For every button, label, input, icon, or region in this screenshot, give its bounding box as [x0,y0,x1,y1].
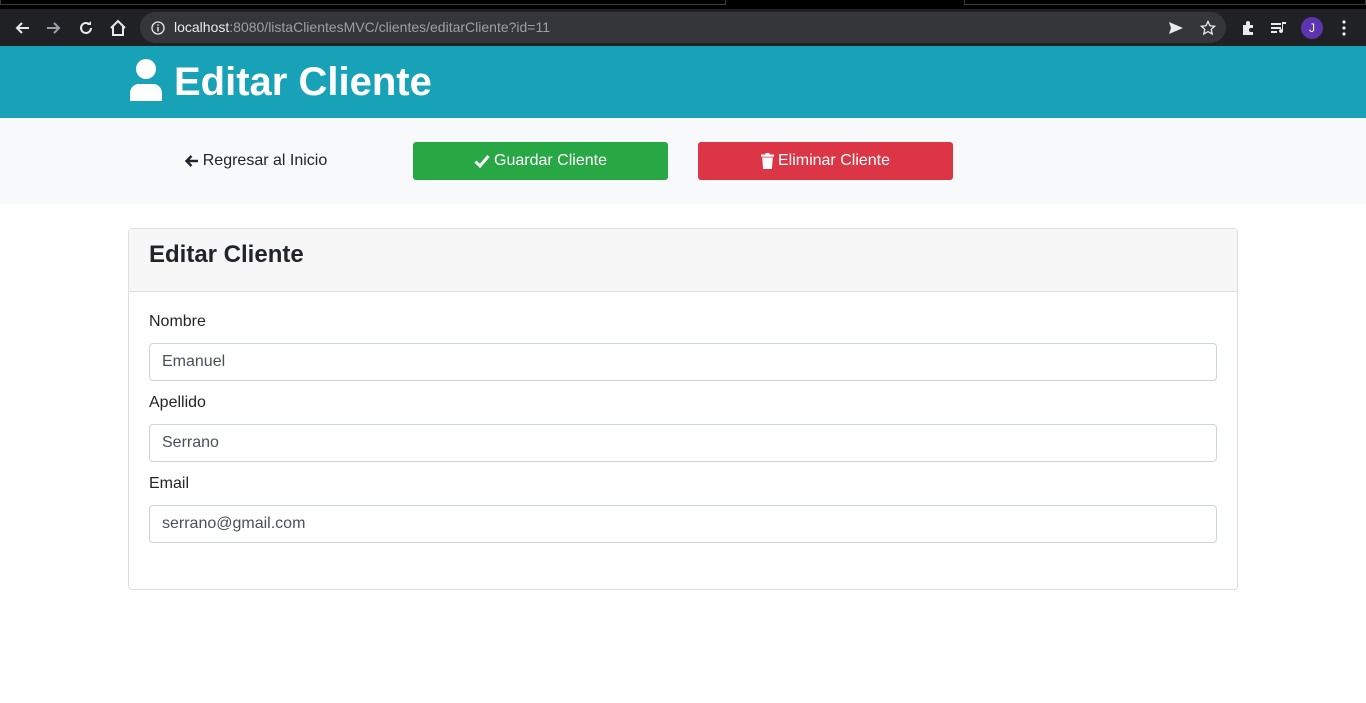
browser-tab[interactable] [964,0,1366,5]
home-icon[interactable] [102,9,134,46]
url-path: :8080/listaClientesMVC/clientes/editarCl… [229,19,551,35]
form-group-nombre: Nombre [149,312,1217,381]
browser-tab[interactable] [0,0,726,5]
site-info-icon[interactable] [150,12,166,43]
action-bar: Regresar al Inicio Guardar Cliente Elimi… [0,118,1366,204]
card-body: Nombre Apellido Email [129,292,1237,543]
media-control-icon[interactable] [1264,9,1294,46]
form-group-email: Email [149,474,1217,543]
profile-initial: J [1301,16,1323,39]
apellido-input[interactable] [149,424,1217,462]
form-group-apellido: Apellido [149,393,1217,462]
url-text[interactable]: localhost:8080/listaClientesMVC/clientes… [174,12,550,43]
forward-nav-icon[interactable] [38,9,70,46]
bookmark-star-icon[interactable] [1198,12,1218,43]
address-bar[interactable]: localhost:8080/listaClientesMVC/clientes… [140,12,1226,43]
profile-avatar[interactable]: J [1297,9,1327,46]
nombre-label: Nombre [149,313,206,330]
card-header: Editar Cliente [129,229,1237,292]
page-title: Editar Cliente [174,60,432,104]
back-nav-icon[interactable] [6,9,38,46]
browser-toolbar: localhost:8080/listaClientesMVC/clientes… [0,9,1366,46]
delete-client-button[interactable]: Eliminar Cliente [698,142,953,180]
apellido-label: Apellido [149,394,206,411]
card-title: Editar Cliente [149,241,304,268]
header-content: Editar Cliente [128,46,432,118]
page-header: Editar Cliente [0,46,1366,118]
email-input[interactable] [149,505,1217,543]
nombre-input[interactable] [149,343,1217,381]
trash-icon [760,153,774,169]
back-to-home-label: Regresar al Inicio [202,152,328,169]
send-icon[interactable] [1166,12,1186,43]
back-to-home-link[interactable]: Regresar al Inicio [128,142,383,180]
browser-tabstrip [0,0,1366,9]
delete-client-label: Eliminar Cliente [777,152,891,169]
reload-icon[interactable] [70,9,102,46]
save-client-button[interactable]: Guardar Cliente [413,142,668,180]
url-host: localhost [174,19,230,35]
email-label: Email [149,475,190,492]
kebab-menu-icon[interactable] [1329,9,1359,46]
save-client-label: Guardar Cliente [494,152,607,169]
user-icon [128,58,164,106]
edit-client-card: Editar Cliente Nombre Apellido Email [128,228,1238,590]
check-icon [474,155,490,168]
arrow-left-icon [184,155,198,167]
extensions-icon[interactable] [1233,9,1263,46]
